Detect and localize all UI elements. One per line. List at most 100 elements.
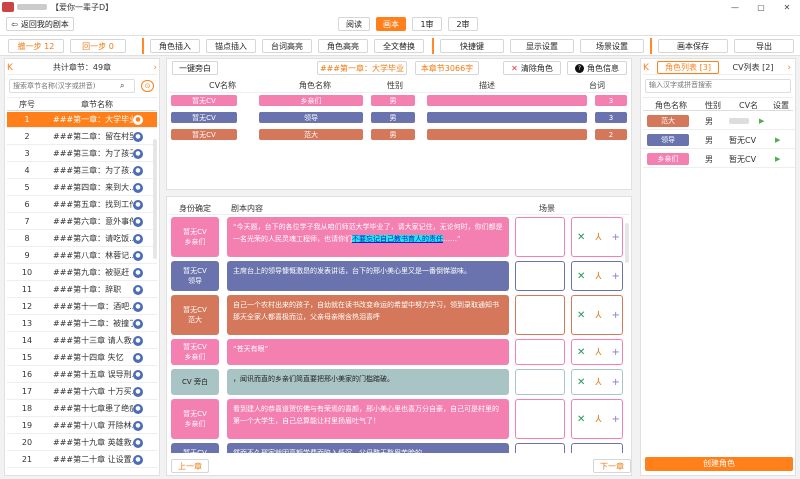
line-content[interactable]: 然而不久邢家就因高额学费而陷入低沉，父母整天愁眉苦脸的。 (227, 443, 509, 453)
highlight-lines-button[interactable]: 台词高亮 (262, 39, 312, 53)
chapter-row[interactable]: 13 ###第十二章：被撞了 ● (7, 316, 157, 332)
tab-draw[interactable]: 画本 (376, 17, 406, 31)
role-lines-cell[interactable]: 2 (595, 129, 627, 140)
delete-icon[interactable]: ✕ (577, 310, 585, 321)
chapter-row[interactable]: 19 ###第十八章 开除林... ● (7, 418, 157, 434)
chapter-row[interactable]: 1 ###第一章：大学毕业 ● (7, 112, 157, 128)
chapter-row[interactable]: 11 ###第十章：辞职 ● (7, 282, 157, 298)
role-name-cell[interactable]: 乡亲们 (259, 95, 363, 106)
role-cv-cell[interactable]: 暂无CV (171, 129, 237, 140)
chapter-row[interactable]: 7 ###第六章：意外事件 ● (7, 214, 157, 230)
role-search-input[interactable] (646, 81, 786, 89)
prev-chapter-button[interactable]: 上一章 (171, 459, 209, 473)
add-icon[interactable]: + (612, 271, 620, 282)
scene-cell[interactable] (515, 339, 565, 365)
play-icon[interactable]: ▶ (759, 117, 764, 125)
chapter-row[interactable]: 8 ###第六章：请吃饭... ● (7, 231, 157, 247)
delete-icon[interactable]: ✕ (577, 414, 585, 425)
next-chapter-button[interactable]: 下一章 (593, 459, 631, 473)
insert-anchor-button[interactable]: 锚点插入 (206, 39, 256, 53)
chapter-row[interactable]: 16 ###第十五章 误导刑... ● (7, 367, 157, 383)
role-tag[interactable]: 范大 (647, 115, 689, 127)
delete-icon[interactable]: ✕ (577, 377, 585, 388)
scene-cell[interactable] (515, 443, 565, 453)
search-icon[interactable]: ⌕ (120, 81, 124, 91)
chapter-row[interactable]: 20 ###第十九章 英雄救... ● (7, 435, 157, 451)
close-icon[interactable]: ✕ (774, 3, 800, 12)
first-page-icon[interactable]: K (7, 63, 17, 73)
insert-role-button[interactable]: 角色插入 (150, 39, 200, 53)
scene-cell[interactable] (515, 369, 565, 395)
role-name-cell[interactable]: 范大 (259, 129, 363, 140)
line-content[interactable]: “苍天有眼” (227, 339, 509, 365)
replace-all-button[interactable]: 全文替换 (374, 39, 424, 53)
chapter-row[interactable]: 9 ###第八章：林蓉记... ● (7, 248, 157, 264)
clear-role-button[interactable]: ✕ 清除角色 (503, 61, 561, 75)
role-gender-cell[interactable]: 男 (371, 129, 415, 140)
chapter-row[interactable]: 3 ###第三章：为了孩子们...● (7, 146, 157, 162)
scene-cell[interactable] (515, 217, 565, 257)
tab-cv-list[interactable]: CV列表 [2] (725, 62, 781, 73)
scene-cell[interactable] (515, 295, 565, 335)
line-content[interactable]: 自己一个农村出来的孩子，自幼就在读书改变命运的希望中努力学习，领到录取通知书那天… (227, 295, 509, 335)
chapter-search-input[interactable] (10, 82, 120, 90)
redo-button[interactable]: 回一步 0 (70, 39, 126, 53)
role-desc-cell[interactable] (427, 95, 587, 106)
shortcuts-button[interactable]: 快捷键 (440, 39, 504, 53)
line-identity[interactable]: 暂无CV 乡亲们 (171, 217, 219, 257)
chapter-row[interactable]: 5 ###第四章：来到大... ● (7, 180, 157, 196)
delete-icon[interactable]: ✕ (577, 232, 585, 243)
tab-review1[interactable]: 1审 (412, 17, 442, 31)
role-desc-cell[interactable] (427, 129, 587, 140)
role-name-cell[interactable]: 领导 (259, 112, 363, 123)
line-identity[interactable]: 暂无CV 领导 (171, 443, 219, 453)
role-list-row[interactable]: 乡亲们 男 暂无CV ▶ (643, 151, 795, 168)
scene-settings-button[interactable]: 场景设置 (580, 39, 644, 53)
chapter-row[interactable]: 12 ###第十一章：酒吧... ● (7, 299, 157, 315)
line-highlight[interactable]: 不要忘记自己教书育人的责任 (352, 235, 443, 243)
one-key-narrator-button[interactable]: 一键旁白 (172, 61, 218, 75)
split-icon[interactable]: ⅄ (595, 414, 601, 425)
script-scrollbar[interactable] (625, 223, 629, 263)
first-page-icon[interactable]: K (643, 63, 653, 73)
display-settings-button[interactable]: 显示设置 (510, 39, 574, 53)
chapter-row[interactable]: 10 ###第九章：被驱赶 ● (7, 265, 157, 281)
line-content[interactable]: “今天题，台下的各位学子我从咱们师范大学毕业了，请大家记住，无论何时，你们都是一… (227, 217, 509, 257)
tab-read[interactable]: 阅读 (338, 17, 370, 31)
maximize-icon[interactable]: ▢ (748, 3, 774, 12)
minimize-icon[interactable]: — (722, 3, 748, 12)
next-page-icon[interactable]: › (781, 63, 791, 73)
play-icon[interactable]: ▶ (775, 155, 780, 163)
chapter-row[interactable]: 21 ###第二十章 让设置... ● (7, 452, 157, 468)
tab-review2[interactable]: 2审 (448, 17, 478, 31)
next-page-icon[interactable]: › (147, 63, 157, 73)
role-tag[interactable]: 领导 (647, 134, 689, 146)
add-icon[interactable]: + (612, 414, 620, 425)
split-icon[interactable]: ⅄ (595, 271, 601, 282)
line-content[interactable]: 主席台上的领导慷慨激昂的发表讲话，台下的邢小美心里又是一番倒悌滋味。 (227, 261, 509, 291)
chapter-row[interactable]: 14 ###第十三章 请人救... ● (7, 333, 157, 349)
undo-button[interactable]: 撤一步 12 (8, 39, 64, 53)
role-cv-cell[interactable]: 暂无CV (171, 112, 237, 123)
chapter-row[interactable]: 18 ###第十七章患了绝症 ● (7, 401, 157, 417)
create-role-button[interactable]: 创建角色 (645, 457, 793, 471)
tab-role-list[interactable]: 角色列表 [3] (657, 61, 719, 74)
delete-icon[interactable]: ✕ (577, 271, 585, 282)
line-content[interactable]: ，闻讯而直的乡亲们简直要把邢小美家的门槛踏破。 (227, 369, 509, 395)
role-desc-cell[interactable] (427, 112, 587, 123)
scene-cell[interactable] (515, 261, 565, 291)
role-list-row[interactable]: 领导 男 暂无CV ▶ (643, 132, 795, 149)
chapter-row[interactable]: 2 ###第二章：留在村里 ● (7, 129, 157, 145)
split-icon[interactable]: ⅄ (595, 310, 601, 321)
add-icon[interactable]: + (612, 377, 620, 388)
line-identity[interactable]: 暂无CV 乡亲们 (171, 399, 219, 439)
role-list-row[interactable]: 范大 男 ▶ (643, 113, 795, 130)
line-identity[interactable]: CV 旁白 (171, 369, 219, 395)
chapter-row[interactable]: 6 ###第五章：找到工作 ● (7, 197, 157, 213)
split-icon[interactable]: ⅄ (595, 232, 601, 243)
scene-cell[interactable] (515, 399, 565, 439)
role-lines-cell[interactable]: 3 (595, 95, 627, 106)
line-identity[interactable]: 暂无CV 乡亲们 (171, 339, 219, 365)
chapter-row[interactable]: 15 ###第十四章 失忆 ● (7, 350, 157, 366)
role-lines-cell[interactable]: 3 (595, 112, 627, 123)
